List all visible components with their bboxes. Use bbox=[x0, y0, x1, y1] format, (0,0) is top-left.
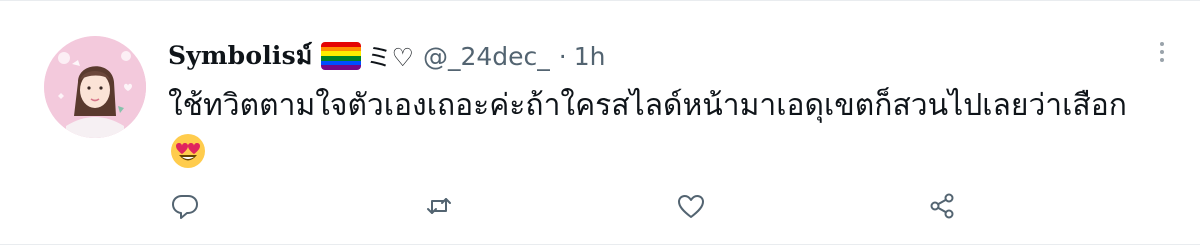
avatar-image bbox=[44, 36, 146, 138]
avatar[interactable] bbox=[44, 36, 146, 138]
retweet-icon bbox=[427, 198, 451, 214]
rainbow-flag-icon bbox=[320, 42, 361, 70]
more-dot-icon bbox=[1160, 58, 1164, 62]
more-dot-icon bbox=[1160, 42, 1164, 46]
heart-eyes-emoji-icon bbox=[170, 133, 206, 169]
name-symbols: ミ♡ bbox=[366, 43, 414, 72]
timestamp[interactable]: 1h bbox=[574, 42, 606, 71]
tweet[interactable]: Symbolisม์ ミ♡ @_24dec_ · 1h ใช้ทวิตตามใจ… bbox=[0, 0, 1200, 245]
retweet-button[interactable] bbox=[419, 186, 459, 226]
user-handle[interactable]: @_24dec_ bbox=[423, 42, 550, 71]
tweet-header: Symbolisม์ ミ♡ @_24dec_ · 1h bbox=[168, 36, 606, 76]
like-icon bbox=[678, 195, 704, 218]
tweet-text: ใช้ทวิตตามใจตัวเองเถอะค่ะถ้าใครสไลด์หน้า… bbox=[168, 82, 1148, 178]
share-icon bbox=[930, 193, 954, 219]
more-dot-icon bbox=[1160, 50, 1164, 54]
share-button[interactable] bbox=[922, 186, 962, 226]
like-button[interactable] bbox=[671, 186, 711, 226]
tweet-body: ใช้ทวิตตามใจตัวเองเถอะค่ะถ้าใครสไลด์หน้า… bbox=[168, 88, 1127, 123]
reply-button[interactable] bbox=[165, 186, 205, 226]
tweet-actions bbox=[0, 186, 1200, 226]
more-options-button[interactable] bbox=[1152, 38, 1172, 66]
display-name[interactable]: Symbolisม์ bbox=[168, 36, 313, 76]
separator-dot: · bbox=[558, 41, 567, 71]
reply-icon bbox=[172, 195, 198, 219]
